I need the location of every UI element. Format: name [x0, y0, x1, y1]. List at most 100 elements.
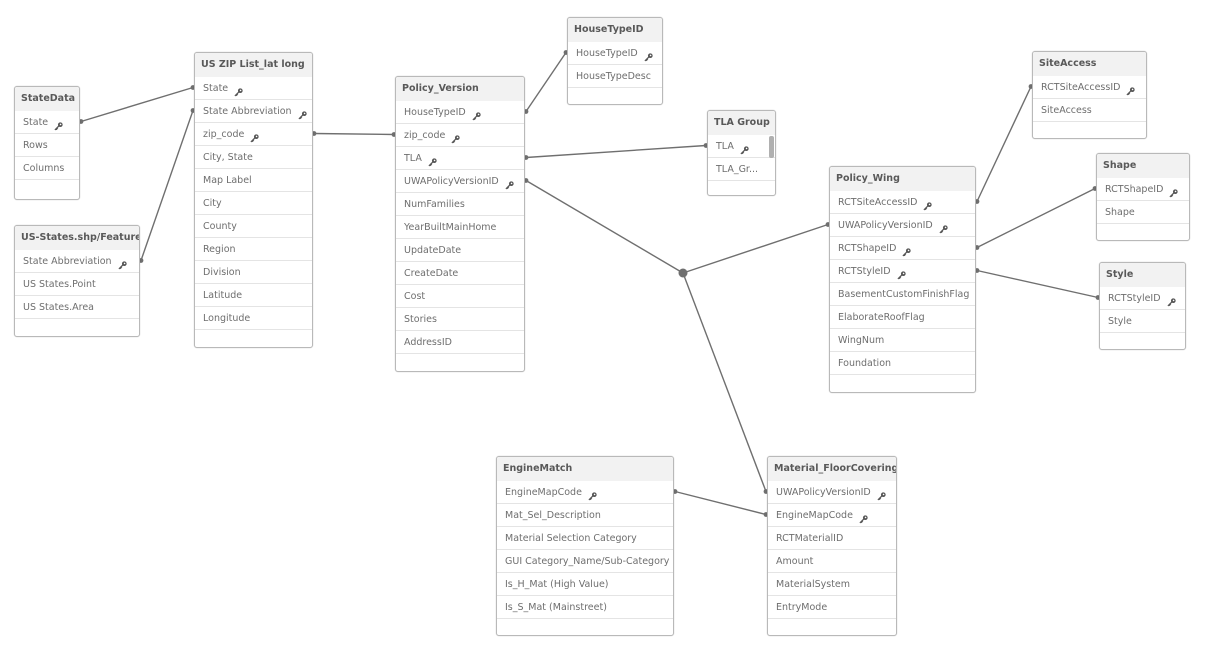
field-row[interactable]: RCTStyleID [830, 260, 975, 283]
field-row[interactable]: MaterialSystem [768, 573, 896, 596]
key-icon [588, 487, 597, 501]
field-row[interactable]: AddressID [396, 331, 524, 354]
field-row[interactable]: Material Selection Category [497, 527, 673, 550]
field-row[interactable]: TLA_Gr... [708, 158, 775, 181]
field-row[interactable]: State [195, 77, 312, 100]
field-row[interactable]: US States.Point [15, 273, 139, 296]
field-row[interactable]: UWAPolicyVersionID [830, 214, 975, 237]
table-card-tlagroup[interactable]: TLA Group TLA TLA_Gr... [707, 110, 776, 196]
field-row[interactable]: EngineMapCode [768, 504, 896, 527]
field-row[interactable]: State [15, 111, 79, 134]
table-card-shape[interactable]: Shape RCTShapeID Shape [1096, 153, 1190, 241]
field-row[interactable]: RCTSiteAccessID [830, 191, 975, 214]
field-row[interactable]: TLA [396, 147, 524, 170]
field-row[interactable]: ElaborateRoofFlag [830, 306, 975, 329]
scrollbar-thumb[interactable] [769, 136, 774, 158]
field-row[interactable]: WingNum [830, 329, 975, 352]
field-row[interactable]: UpdateDate [396, 239, 524, 262]
field-label: TLA_Gr... [716, 164, 759, 175]
field-row[interactable]: Is_S_Mat (Mainstreet) [497, 596, 673, 619]
field-row[interactable]: UWAPolicyVersionID [396, 170, 524, 193]
table-card-usstates[interactable]: US-States.shp/Features State Abbreviation… [14, 225, 140, 337]
field-row[interactable]: Mat_Sel_Description [497, 504, 673, 527]
field-row[interactable]: City [195, 192, 312, 215]
association-line [682, 223, 829, 274]
field-row[interactable]: RCTShapeID [830, 237, 975, 260]
association-line [976, 86, 1032, 202]
table-title[interactable]: EngineMatch [497, 457, 673, 481]
field-row[interactable]: RCTStyleID [1100, 287, 1185, 310]
field-row[interactable]: Is_H_Mat (High Value) [497, 573, 673, 596]
key-icon [1167, 293, 1176, 307]
field-row[interactable]: BasementCustomFinishFlag [830, 283, 975, 306]
table-card-siteaccess[interactable]: SiteAccess RCTSiteAccessID SiteAccess [1032, 51, 1147, 139]
field-row[interactable]: SiteAccess [1033, 99, 1146, 122]
association-line [525, 179, 684, 274]
key-icon [505, 176, 514, 190]
field-label: zip_code [203, 129, 245, 140]
field-row[interactable]: County [195, 215, 312, 238]
table-title[interactable]: Shape [1097, 154, 1189, 178]
field-label: TLA [716, 141, 734, 152]
field-row[interactable]: Longitude [195, 307, 312, 330]
field-row[interactable]: State Abbreviation [195, 100, 312, 123]
field-row[interactable]: CreateDate [396, 262, 524, 285]
field-row[interactable]: Shape [1097, 201, 1189, 224]
field-label: TLA [404, 153, 422, 164]
field-row[interactable]: RCTShapeID [1097, 178, 1189, 201]
key-icon [740, 141, 749, 155]
table-card-floorcoverings[interactable]: Material_FloorCoverings UWAPolicyVersionI… [767, 456, 897, 636]
field-row[interactable]: Stories [396, 308, 524, 331]
table-title[interactable]: StateData [15, 87, 79, 111]
field-row[interactable]: Region [195, 238, 312, 261]
field-row[interactable]: HouseTypeDesc [568, 65, 662, 88]
field-row[interactable]: EngineMapCode [497, 481, 673, 504]
field-row[interactable]: Columns [15, 157, 79, 180]
table-title[interactable]: Style [1100, 263, 1185, 287]
field-row[interactable]: GUI Category_Name/Sub-Category [497, 550, 673, 573]
table-card-policywing[interactable]: Policy_Wing RCTSiteAccessID UWAPolicyVersi… [829, 166, 976, 393]
field-label: EngineMapCode [505, 487, 582, 498]
field-row[interactable]: RCTSiteAccessID [1033, 76, 1146, 99]
field-row[interactable]: Rows [15, 134, 79, 157]
field-row[interactable]: US States.Area [15, 296, 139, 319]
field-row[interactable]: State Abbreviation [15, 250, 139, 273]
field-row[interactable]: Foundation [830, 352, 975, 375]
table-title[interactable]: US ZIP List_lat long [195, 53, 312, 77]
field-row[interactable]: Cost [396, 285, 524, 308]
table-title[interactable]: Policy_Version [396, 77, 524, 101]
association-line [674, 490, 767, 516]
table-title[interactable]: SiteAccess [1033, 52, 1146, 76]
synthetic-key-junction[interactable] [678, 268, 688, 278]
field-row[interactable]: City, State [195, 146, 312, 169]
table-card-statedata[interactable]: StateData State Rows Columns [14, 86, 80, 200]
table-title[interactable]: US-States.shp/Features [15, 226, 139, 250]
field-row[interactable]: RCTMaterialID [768, 527, 896, 550]
table-card-housetype[interactable]: HouseTypeID HouseTypeID HouseTypeDesc [567, 17, 663, 105]
field-row[interactable]: Style [1100, 310, 1185, 333]
table-title[interactable]: HouseTypeID [568, 18, 662, 42]
field-label: YearBuiltMainHome [404, 222, 497, 233]
field-row[interactable]: HouseTypeID [568, 42, 662, 65]
table-card-uszip[interactable]: US ZIP List_lat long State State Abbreviat… [194, 52, 313, 348]
field-row[interactable]: TLA [708, 135, 775, 158]
table-title[interactable]: TLA Group [708, 111, 775, 135]
field-label: EntryMode [776, 602, 828, 613]
table-card-style[interactable]: Style RCTStyleID Style [1099, 262, 1186, 350]
table-title[interactable]: Policy_Wing [830, 167, 975, 191]
field-row[interactable]: YearBuiltMainHome [396, 216, 524, 239]
field-row[interactable]: Amount [768, 550, 896, 573]
field-row[interactable]: Latitude [195, 284, 312, 307]
field-row[interactable]: zip_code [396, 124, 524, 147]
field-row[interactable]: zip_code [195, 123, 312, 146]
field-row[interactable]: Division [195, 261, 312, 284]
table-card-enginematch[interactable]: EngineMatch EngineMapCode Mat_Sel_Descript… [496, 456, 674, 636]
field-label: Shape [1105, 207, 1135, 218]
field-row[interactable]: EntryMode [768, 596, 896, 619]
field-row[interactable]: NumFamilies [396, 193, 524, 216]
field-row[interactable]: HouseTypeID [396, 101, 524, 124]
table-title[interactable]: Material_FloorCoverings [768, 457, 896, 481]
field-row[interactable]: UWAPolicyVersionID [768, 481, 896, 504]
field-row[interactable]: Map Label [195, 169, 312, 192]
table-card-policyversion[interactable]: Policy_Version HouseTypeID zip_code TLA UWAP… [395, 76, 525, 372]
